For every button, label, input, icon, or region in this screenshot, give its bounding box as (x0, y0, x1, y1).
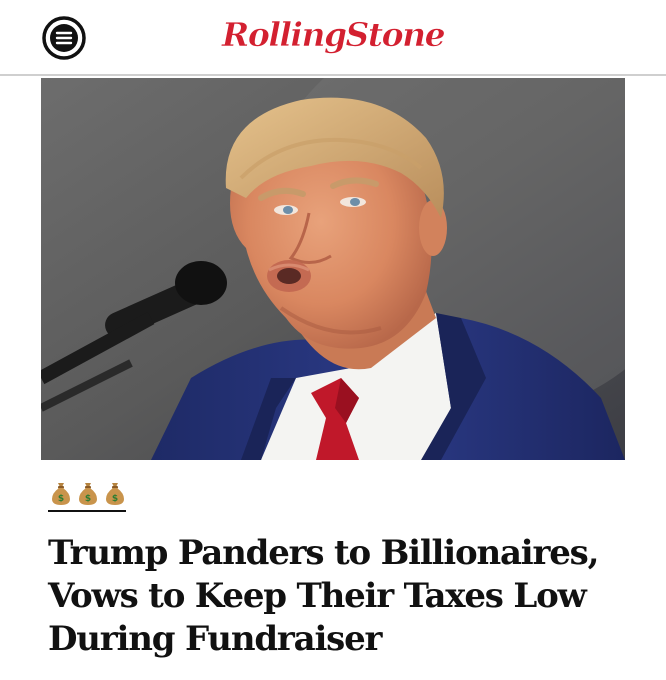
category-underline (48, 510, 126, 512)
svg-text:$: $ (58, 494, 64, 504)
svg-text:$: $ (112, 494, 118, 504)
category-tag[interactable]: $ $ $ (50, 479, 130, 507)
header-divider (0, 74, 666, 76)
site-header: RollingStone (0, 0, 666, 74)
headline-line: During Fundraiser (48, 619, 382, 659)
headline-line: Vows to Keep Their Taxes Low (48, 576, 587, 616)
rolling-stone-logo[interactable]: RollingStone (218, 6, 448, 64)
svg-text:$: $ (85, 494, 91, 504)
article-headline[interactable]: Trump Panders to Billionaires, Vows to K… (48, 532, 648, 661)
menu-button[interactable] (41, 15, 87, 61)
headline-line: Trump Panders to Billionaires, (48, 533, 599, 573)
money-bag-icon: $ (79, 483, 97, 505)
brand-wordmark: RollingStone (221, 15, 445, 54)
money-bag-icon: $ (52, 483, 70, 505)
hero-image[interactable] (41, 78, 625, 460)
money-bag-icon: $ (106, 483, 124, 505)
